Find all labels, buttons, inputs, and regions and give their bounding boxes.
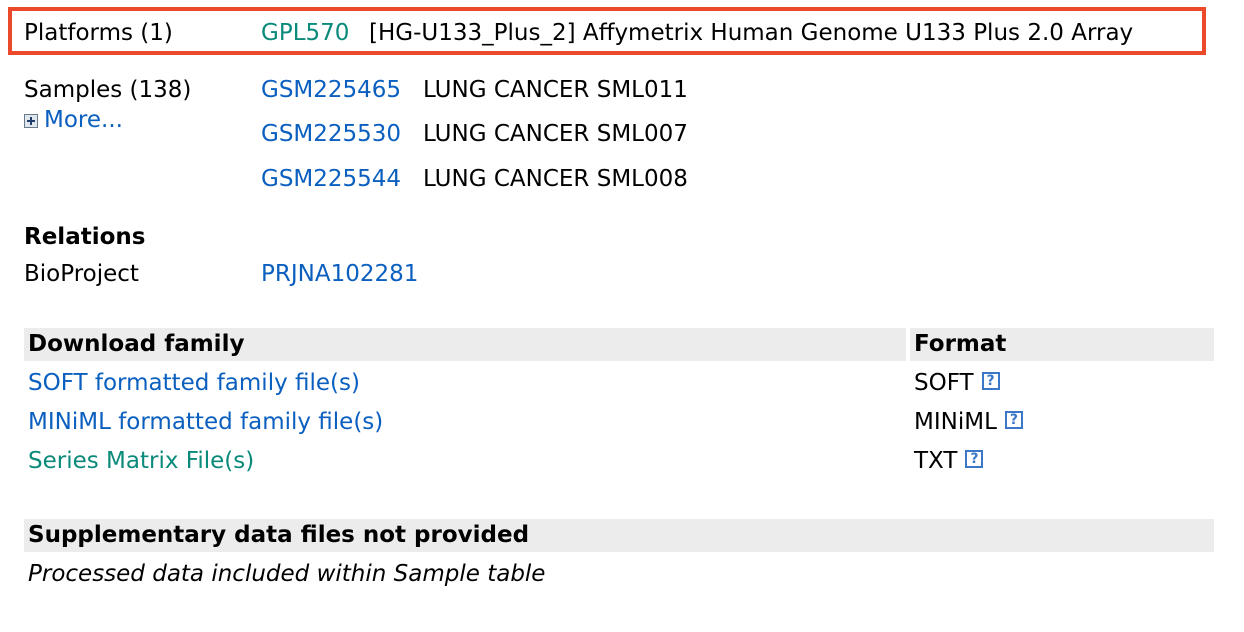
format-value: TXT <box>914 448 958 474</box>
series-matrix-file-link[interactable]: Series Matrix File(s) <box>28 448 254 474</box>
bioproject-link[interactable]: PRJNA102281 <box>261 261 418 287</box>
format-value: MINiML <box>914 409 997 435</box>
platforms-label: Platforms (1) <box>24 20 173 46</box>
soft-family-file-link[interactable]: SOFT formatted family file(s) <box>28 370 360 396</box>
format-value: SOFT <box>914 370 974 396</box>
samples-label: Samples (138) <box>24 77 192 103</box>
platform-description: [HG-U133_Plus_2] Affymetrix Human Genome… <box>369 20 1134 46</box>
supplementary-note: Processed data included within Sample ta… <box>28 561 546 587</box>
expand-plus-icon <box>24 113 38 128</box>
sample-description: LUNG CANCER SML007 <box>423 121 688 147</box>
sample-link[interactable]: GSM225465 <box>261 77 401 103</box>
format-cell: TXT? <box>914 448 984 474</box>
format-cell: SOFT? <box>914 370 1000 396</box>
format-cell: MINiML? <box>914 409 1023 435</box>
sample-link[interactable]: GSM225544 <box>261 166 401 192</box>
help-icon[interactable]: ? <box>1004 411 1023 429</box>
sample-description: LUNG CANCER SML008 <box>423 166 688 192</box>
more-samples-link[interactable]: More... <box>44 107 123 133</box>
help-icon[interactable]: ? <box>965 450 984 468</box>
supplementary-heading: Supplementary data files not provided <box>28 522 530 548</box>
more-samples-toggle[interactable]: More... <box>24 107 123 133</box>
sample-link[interactable]: GSM225530 <box>261 121 401 147</box>
platform-link-gpl570[interactable]: GPL570 <box>261 20 349 46</box>
bioproject-label: BioProject <box>24 261 139 287</box>
relations-heading: Relations <box>24 224 146 250</box>
miniml-family-file-link[interactable]: MINiML formatted family file(s) <box>28 409 383 435</box>
format-heading: Format <box>914 331 1007 357</box>
download-family-heading: Download family <box>28 331 245 357</box>
help-icon[interactable]: ? <box>981 372 1000 390</box>
sample-description: LUNG CANCER SML011 <box>423 77 688 103</box>
